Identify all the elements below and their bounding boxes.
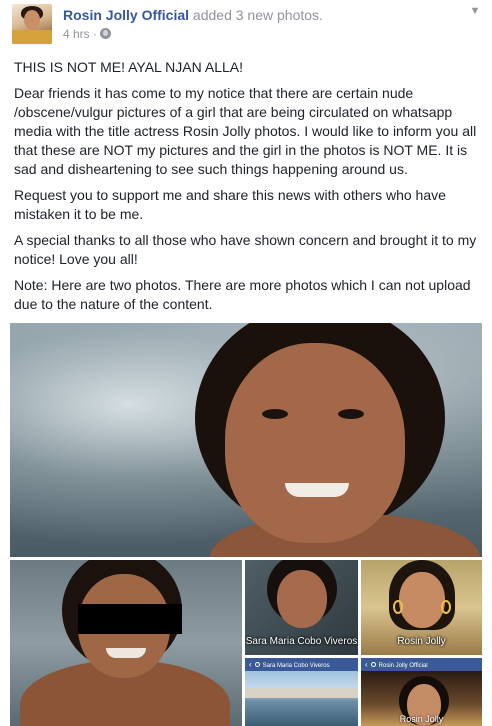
photo-comparison-left[interactable]: Sara Maria Cobo Viveros <box>245 560 358 655</box>
photo-profile-screenshot-right[interactable]: ‹ Rosin Jolly Official Rosin Jolly <box>361 658 482 726</box>
post-meta: 4 hrs · <box>63 26 112 42</box>
post-timestamp-link[interactable]: 4 hrs <box>63 27 90 41</box>
post-header: Rosin Jolly Official added 3 new photos.… <box>12 4 482 44</box>
search-icon <box>370 662 376 667</box>
profile-bar-name: Rosin Jolly Official <box>378 663 428 669</box>
meta-separator: · <box>93 27 98 41</box>
photo-caption: Sara Maria Cobo Viveros <box>245 636 358 647</box>
chevron-down-icon[interactable]: ▼ <box>468 6 482 17</box>
photo-caption: Rosin Jolly <box>399 714 444 724</box>
fb-profile-bar: ‹ Sara Maria Cobo Viveros <box>245 658 358 671</box>
post-paragraph: THIS IS NOT ME! AYAL NJAN ALLA! <box>14 59 243 75</box>
photo-profile-screenshot-left[interactable]: ‹ Sara Maria Cobo Viveros <box>245 658 358 726</box>
search-icon <box>254 662 260 667</box>
censor-bar <box>78 604 182 634</box>
photo-comparison-right[interactable]: Rosin Jolly <box>361 560 482 655</box>
post-paragraph: Dear friends it has come to my notice th… <box>14 85 477 177</box>
post-paragraph: Request you to support me and share this… <box>14 187 446 222</box>
post-paragraph: A special thanks to all those who have s… <box>14 232 477 267</box>
post-action-text: added 3 new photos. <box>192 7 323 23</box>
post-title-line: Rosin Jolly Official added 3 new photos. <box>63 6 323 24</box>
globe-icon[interactable] <box>100 28 112 39</box>
photo-caption: Rosin Jolly <box>397 636 446 647</box>
photo-main[interactable] <box>10 323 482 557</box>
back-arrow-icon: ‹ <box>365 660 368 669</box>
post-paragraph: Note: Here are two photos. There are mor… <box>14 277 471 312</box>
profile-bar-name: Sara Maria Cobo Viveros <box>262 663 330 669</box>
avatar[interactable] <box>12 4 52 44</box>
author-name-link[interactable]: Rosin Jolly Official <box>63 7 189 23</box>
post-body: THIS IS NOT ME! AYAL NJAN ALLA! Dear fri… <box>14 58 484 321</box>
back-arrow-icon: ‹ <box>249 660 252 669</box>
fb-profile-bar: ‹ Rosin Jolly Official <box>361 658 482 671</box>
photo-censored[interactable] <box>10 560 242 726</box>
